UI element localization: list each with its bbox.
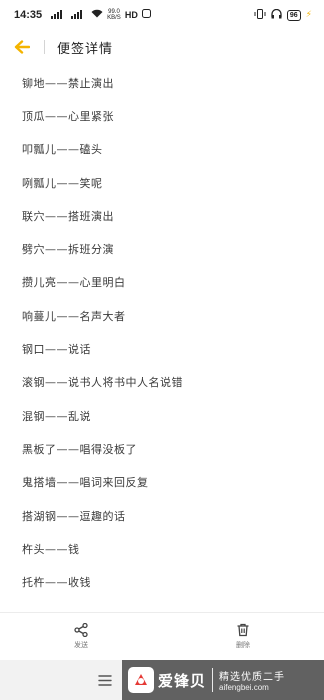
- note-line: 响蔓儿——名声大者: [22, 309, 126, 323]
- vibrate-icon: [254, 8, 266, 22]
- trash-icon: [237, 623, 249, 637]
- status-bar: 14:35 99.0 KB/S HD 96 ⚡: [0, 0, 324, 30]
- note-line: 滚钢——说书人将书中人名说错: [22, 376, 183, 390]
- header-divider: [44, 40, 45, 54]
- note-content[interactable]: 铆地——禁止演出 顶瓜——心里紧张 叩瓢儿——磕头 咧瓢儿——笑呢 联穴——搭班…: [22, 66, 312, 599]
- note-line: 劈穴——拆班分演: [22, 243, 114, 257]
- back-arrow-icon: [14, 40, 30, 54]
- battery-indicator: 96: [286, 9, 301, 21]
- note-line: 混钢——乱说: [22, 409, 91, 423]
- watermark-url: aifengbei.com: [219, 683, 269, 692]
- menu-icon: [98, 674, 112, 686]
- status-time: 14:35: [14, 9, 43, 21]
- status-left: 14:35 99.0 KB/S HD: [14, 9, 151, 21]
- wifi-icon: [91, 9, 103, 21]
- net-speed-unit: KB/S: [107, 15, 121, 21]
- note-line: 搭湖钢——逗趣的话: [22, 509, 126, 523]
- note-line: 鬼搭墙——唱词来回反复: [22, 476, 149, 490]
- share-icon: [74, 623, 88, 637]
- note-line: 杵头——钱: [22, 542, 80, 556]
- status-app-icon: [141, 9, 151, 21]
- delete-button[interactable]: 删除: [162, 613, 324, 660]
- note-line: 顶瓜——心里紧张: [22, 109, 114, 123]
- signal-icon-2: [71, 9, 87, 21]
- note-line: 叩瓢儿——磕头: [22, 143, 103, 157]
- headphone-icon: [271, 8, 282, 22]
- share-label: 发送: [74, 641, 88, 649]
- back-button[interactable]: [0, 30, 44, 64]
- charging-icon: ⚡: [305, 10, 312, 20]
- bottom-toolbar: 发送 删除: [0, 612, 324, 660]
- note-line: 咧瓢儿——笑呢: [22, 176, 103, 190]
- status-right: 96 ⚡: [254, 8, 312, 22]
- battery-level: 96: [289, 11, 298, 19]
- watermark-divider: [212, 668, 214, 692]
- page-title: 便签详情: [57, 41, 114, 57]
- watermark-slogan: 精选优质二手: [219, 672, 286, 683]
- watermark: 爱锋贝 精选优质二手 aifengbei.com: [122, 660, 324, 700]
- note-line: 攒儿亮——心里明白: [22, 276, 126, 290]
- watermark-brand: 爱锋贝: [158, 671, 207, 690]
- note-line: 黑板了——唱得没板了: [22, 442, 137, 456]
- watermark-text: 精选优质二手 aifengbei.com: [219, 668, 285, 692]
- signal-icon: [51, 9, 67, 21]
- note-line: 钢口——说话: [22, 343, 91, 357]
- delete-label: 删除: [236, 641, 250, 649]
- share-button[interactable]: 发送: [0, 613, 162, 660]
- note-line: 铆地——禁止演出: [22, 76, 114, 90]
- net-speed: 99.0 KB/S: [107, 9, 121, 21]
- watermark-logo-icon: [128, 667, 154, 693]
- header: 便签详情: [0, 30, 324, 64]
- hd-label: HD: [124, 10, 138, 20]
- note-line: 联穴——搭班演出: [22, 209, 114, 223]
- note-line: 托杵——收钱: [22, 576, 91, 590]
